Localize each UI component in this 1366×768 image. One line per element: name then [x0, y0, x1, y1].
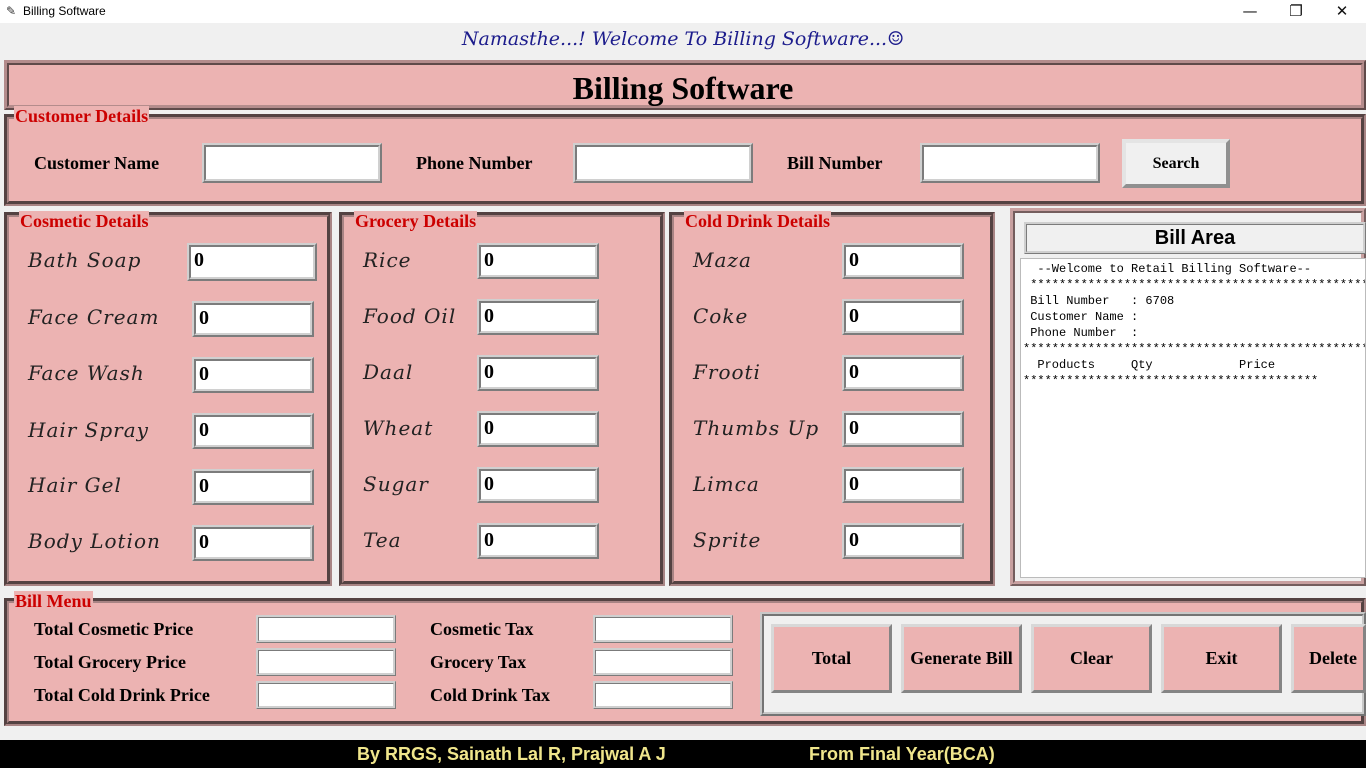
hair-gel-qty-input[interactable]: 0 [192, 469, 314, 505]
bill-line: ****************************************… [1023, 374, 1319, 388]
customer-name-label: Customer Name [34, 153, 160, 173]
food-oil-qty-input[interactable]: 0 [477, 299, 599, 335]
hair-spray-qty-input[interactable]: 0 [192, 413, 314, 449]
cosmetic-tax-input[interactable] [593, 615, 733, 643]
footer-authors: By RRGS, Sainath Lal R, Prajwal A J [357, 744, 666, 764]
welcome-message: Namasthe...! Welcome To Billing Software… [461, 28, 905, 50]
grocery-details-label: Grocery Details [354, 211, 478, 231]
total-cold-drink-price-input[interactable] [256, 681, 396, 709]
grocery-item-label: Rice [363, 248, 412, 272]
customer-details-label: Customer Details [14, 106, 150, 126]
close-button[interactable]: ✕ [1319, 0, 1365, 23]
total-cold-drink-price-label: Total Cold Drink Price [34, 685, 210, 705]
coke-qty-input[interactable]: 0 [842, 299, 964, 335]
cold-drink-item-label: Maza [693, 248, 752, 272]
bill-menu-label: Bill Menu [14, 591, 93, 611]
total-cosmetic-price-label: Total Cosmetic Price [34, 619, 194, 639]
grocery-tax-label: Grocery Tax [430, 652, 527, 672]
bill-line: Phone Number : [1023, 326, 1139, 340]
bill-line: --Welcome to Retail Billing Software-- [1023, 262, 1312, 276]
window-title: Billing Software [23, 4, 106, 18]
grocery-item-label: Daal [363, 360, 414, 384]
cosmetic-item-label: Bath Soap [28, 248, 142, 272]
bill-line: ****************************************… [1023, 278, 1366, 292]
cold-drink-item-label: Frooti [693, 360, 761, 384]
bill-number-label: Bill Number [787, 153, 883, 173]
search-button[interactable]: Search [1122, 139, 1230, 188]
restore-button[interactable]: ❐ [1273, 0, 1319, 23]
grocery-item-label: Sugar [363, 472, 429, 496]
bill-text-area[interactable]: --Welcome to Retail Billing Software-- *… [1020, 258, 1366, 578]
cold-drink-details-label: Cold Drink Details [684, 211, 832, 231]
bill-number-input[interactable] [920, 143, 1100, 183]
cold-drink-item-label: Limca [693, 472, 760, 496]
bath-soap-qty-input[interactable]: 0 [187, 243, 317, 281]
rice-qty-input[interactable]: 0 [477, 243, 599, 279]
cosmetic-details-label: Cosmetic Details [19, 211, 150, 231]
cold-drink-item-label: Coke [693, 304, 749, 328]
footer-bar [0, 740, 1366, 768]
face-wash-qty-input[interactable]: 0 [192, 357, 314, 393]
bill-line: Bill Number : 6708 [1023, 294, 1175, 308]
grocery-item-label: Food Oil [363, 304, 457, 328]
cosmetic-tax-label: Cosmetic Tax [430, 619, 534, 639]
cosmetic-item-label: Face Cream [28, 305, 160, 329]
wheat-qty-input[interactable]: 0 [477, 411, 599, 447]
cold-drink-tax-input[interactable] [593, 681, 733, 709]
customer-name-input[interactable] [202, 143, 382, 183]
generate-bill-button[interactable]: Generate Bill [901, 624, 1022, 693]
face-cream-qty-input[interactable]: 0 [192, 301, 314, 337]
total-grocery-price-input[interactable] [256, 648, 396, 676]
bill-line: Customer Name : [1023, 310, 1139, 324]
delete-button[interactable]: Delete [1291, 624, 1366, 693]
frooti-qty-input[interactable]: 0 [842, 355, 964, 391]
cosmetic-item-label: Body Lotion [28, 529, 161, 553]
limca-qty-input[interactable]: 0 [842, 467, 964, 503]
phone-number-label: Phone Number [416, 153, 533, 173]
sugar-qty-input[interactable]: 0 [477, 467, 599, 503]
tea-qty-input[interactable]: 0 [477, 523, 599, 559]
grocery-tax-input[interactable] [593, 648, 733, 676]
minimize-button[interactable]: — [1227, 0, 1273, 23]
body-lotion-qty-input[interactable]: 0 [192, 525, 314, 561]
cold-drink-item-label: Sprite [693, 528, 762, 552]
cold-drink-item-label: Thumbs Up [693, 416, 820, 440]
exit-button[interactable]: Exit [1161, 624, 1282, 693]
grocery-item-label: Tea [363, 528, 402, 552]
bill-line: ****************************************… [1023, 342, 1365, 356]
cosmetic-item-label: Hair Spray [28, 418, 149, 442]
total-button[interactable]: Total [771, 624, 892, 693]
footer-class: From Final Year(BCA) [809, 744, 995, 764]
bill-line: Products Qty Price [1023, 358, 1276, 372]
page-title: Billing Software [572, 70, 794, 106]
phone-number-input[interactable] [573, 143, 753, 183]
cosmetic-item-label: Hair Gel [28, 473, 122, 497]
grocery-item-label: Wheat [363, 416, 434, 440]
feather-icon: ✎ [6, 4, 17, 18]
cosmetic-item-label: Face Wash [28, 361, 145, 385]
total-cosmetic-price-input[interactable] [256, 615, 396, 643]
thumbs-up-qty-input[interactable]: 0 [842, 411, 964, 447]
total-grocery-price-label: Total Grocery Price [34, 652, 186, 672]
cold-drink-tax-label: Cold Drink Tax [430, 685, 551, 705]
window-titlebar[interactable] [0, 0, 1366, 23]
sprite-qty-input[interactable]: 0 [842, 523, 964, 559]
bill-area-title: Bill Area [1024, 222, 1366, 254]
clear-button[interactable]: Clear [1031, 624, 1152, 693]
daal-qty-input[interactable]: 0 [477, 355, 599, 391]
maza-qty-input[interactable]: 0 [842, 243, 964, 279]
